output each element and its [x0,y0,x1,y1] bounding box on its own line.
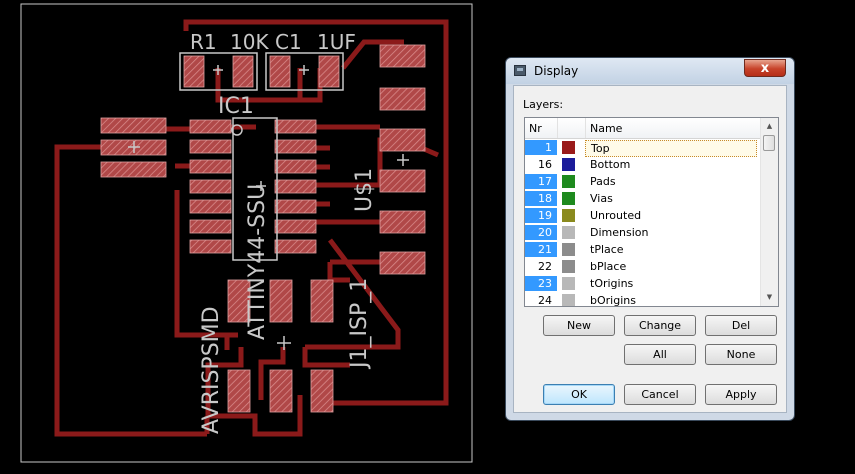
layer-row[interactable]: 19 Unrouted [525,207,762,224]
scroll-up-icon[interactable]: ▲ [761,118,778,135]
layer-name: Bottom [590,158,631,171]
delete-layer-button[interactable]: Del [705,315,777,336]
layer-row[interactable]: 20 Dimension [525,224,762,241]
column-header-nr[interactable]: Nr [529,122,542,135]
layer-row[interactable]: 22 bPlace [525,258,762,275]
usb-label: U$1 [352,168,377,212]
layer-number: 1 [525,140,557,155]
layer-number: 22 [538,260,552,273]
close-icon: x [760,61,770,76]
layer-name: tPlace [590,243,624,256]
apply-button[interactable]: Apply [705,384,777,405]
ic1-label: IC1 [218,94,254,119]
layer-row[interactable]: 21 tPlace [525,241,762,258]
layer-color-swatch[interactable] [562,294,575,306]
scroll-down-icon[interactable]: ▼ [761,289,778,306]
layer-color-swatch[interactable] [562,175,575,188]
layer-number: 17 [525,174,557,189]
layer-color-swatch[interactable] [562,260,575,273]
r1-value-label: 10K [230,30,269,54]
layer-color-swatch[interactable] [562,209,575,222]
layer-name: Top [585,140,757,157]
layer-name: Vias [590,192,613,205]
new-layer-button[interactable]: New [543,315,615,336]
layer-number: 24 [538,294,552,307]
layer-number: 21 [525,242,557,257]
display-dialog: Display x Layers: Nr Name 1 Top 16 Bottom 17… [505,57,795,421]
layer-row[interactable]: 23 tOrigins [525,275,762,292]
layer-color-swatch[interactable] [562,243,575,256]
ok-button[interactable]: OK [543,384,615,405]
layer-number: 16 [538,158,552,171]
layer-color-swatch[interactable] [562,226,575,239]
layer-number: 23 [525,276,557,291]
c1-label: C1 [275,30,302,54]
layers-list[interactable]: Nr Name 1 Top 16 Bottom 17 Pads 18 Vias 19 Unrout… [524,117,779,307]
layer-name: tOrigins [590,277,634,290]
change-layer-button[interactable]: Change [624,315,696,336]
layer-color-swatch[interactable] [562,192,575,205]
layer-name: bOrigins [590,294,636,307]
layer-name: Pads [590,175,616,188]
layers-scrollbar[interactable]: ▲ ▼ [760,118,778,306]
window-icon [514,65,526,76]
pcb-board-canvas[interactable]: R1 10K C1 1UF IC1 ATTINY44-SSU U$1 J1_IS… [0,0,500,474]
layer-row[interactable]: 1 Top [525,139,762,157]
scroll-thumb[interactable] [763,135,775,151]
column-header-name[interactable]: Name [590,122,622,135]
dialog-body: Layers: Nr Name 1 Top 16 Bottom 17 Pads 18 Vias… [513,85,787,413]
layer-row[interactable]: 16 Bottom [525,156,762,173]
layer-color-swatch[interactable] [562,158,575,171]
dialog-title: Display [534,64,579,78]
layers-label: Layers: [523,98,564,111]
layers-list-header: Nr Name [525,118,762,139]
layer-row[interactable]: 24 bOrigins [525,292,762,307]
layer-number: 19 [525,208,557,223]
layer-color-swatch[interactable] [562,277,575,290]
avr-label: AVRISPSMD [199,306,224,434]
layer-color-swatch[interactable] [562,141,575,154]
select-all-button[interactable]: All [624,344,696,365]
layer-name: bPlace [590,260,627,273]
dialog-titlebar[interactable]: Display x [506,58,794,84]
layer-row[interactable]: 17 Pads [525,173,762,190]
layer-number: 20 [525,225,557,240]
layer-number: 18 [525,191,557,206]
close-button[interactable]: x [744,59,786,77]
layer-name: Unrouted [590,209,642,222]
isp-label: J1_ISP_1 [347,278,372,370]
c1-value-label: 1UF [317,30,356,54]
ic1-part-label: ATTINY44-SSU [245,184,270,340]
layer-row[interactable]: 18 Vias [525,190,762,207]
select-none-button[interactable]: None [705,344,777,365]
layer-name: Dimension [590,226,649,239]
r1-label: R1 [190,30,217,54]
cancel-button[interactable]: Cancel [624,384,696,405]
